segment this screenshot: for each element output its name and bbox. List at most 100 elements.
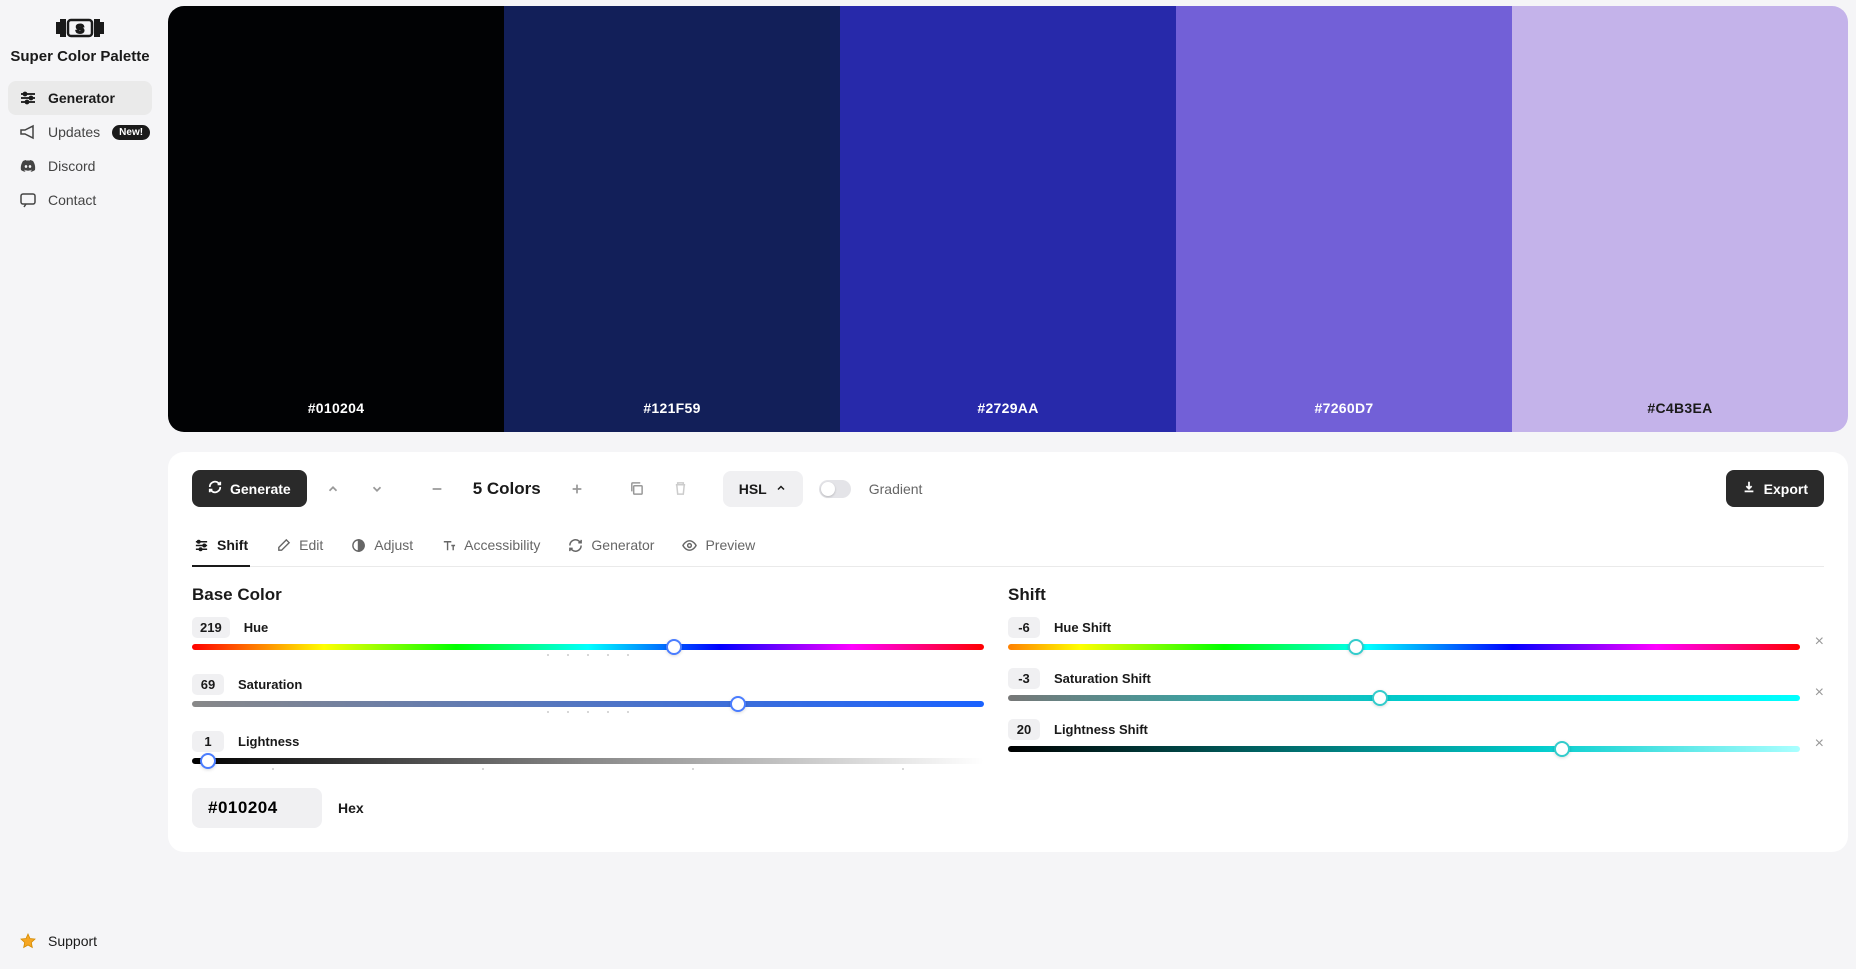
refresh-icon: [208, 480, 222, 497]
shift-title: Shift: [1008, 585, 1800, 605]
text-icon: [441, 538, 456, 553]
sliders-icon: [194, 538, 209, 553]
chevron-up-icon: [775, 481, 787, 497]
nav-item-contact[interactable]: Contact: [8, 183, 152, 217]
undo-button[interactable]: [315, 471, 351, 507]
hex-label: Hex: [338, 800, 364, 816]
generate-label: Generate: [230, 481, 291, 497]
hue-shift-value[interactable]: -6: [1008, 617, 1040, 638]
lightness-slider[interactable]: [192, 758, 984, 764]
eye-icon: [682, 538, 697, 553]
nav-item-updates[interactable]: Updates New!: [8, 115, 152, 149]
tab-adjust[interactable]: Adjust: [349, 527, 415, 567]
saturation-slider[interactable]: [192, 701, 984, 707]
logo[interactable]: S Super Color Palette: [8, 12, 152, 81]
lightness-shift-slider-row: 20 Lightness Shift ×: [1008, 719, 1800, 752]
hue-shift-thumb[interactable]: [1348, 639, 1364, 655]
swatch-1[interactable]: #121F59: [504, 6, 840, 432]
download-icon: [1742, 480, 1756, 497]
tab-edit[interactable]: Edit: [274, 527, 325, 567]
saturation-thumb[interactable]: [730, 696, 746, 712]
control-panel: Generate 5 Colors HSL Gradient: [168, 452, 1848, 852]
tab-label: Generator: [591, 537, 654, 553]
support-link[interactable]: Support: [20, 933, 140, 949]
lightness-thumb[interactable]: [200, 753, 216, 769]
hue-value[interactable]: 219: [192, 617, 230, 638]
edit-icon: [276, 538, 291, 553]
nav-label: Generator: [48, 90, 115, 106]
hex-input[interactable]: [192, 788, 322, 828]
message-icon: [20, 192, 36, 208]
swatch-0[interactable]: #010204: [168, 6, 504, 432]
tab-accessibility[interactable]: Accessibility: [439, 527, 542, 567]
tab-preview[interactable]: Preview: [680, 527, 757, 567]
lightness-shift-label: Lightness Shift: [1054, 722, 1148, 737]
nav-label: Discord: [48, 158, 95, 174]
saturation-shift-label: Saturation Shift: [1054, 671, 1151, 686]
tabs: Shift Edit Adjust Accessibility Generato…: [192, 527, 1824, 567]
delete-button[interactable]: [663, 471, 699, 507]
sliders-icon: [20, 90, 36, 106]
copy-button[interactable]: [619, 471, 655, 507]
hue-slider-row: 219 Hue: [192, 617, 984, 656]
generate-button[interactable]: Generate: [192, 470, 307, 507]
lightness-slider-row: 1 Lightness: [192, 731, 984, 770]
hue-thumb[interactable]: [666, 639, 682, 655]
main: #010204 #121F59 #2729AA #7260D7 #C4B3EA …: [160, 0, 1856, 969]
lightness-value[interactable]: 1: [192, 731, 224, 752]
saturation-shift-slider[interactable]: [1008, 695, 1800, 701]
nav-item-generator[interactable]: Generator: [8, 81, 152, 115]
swatch-3[interactable]: #7260D7: [1176, 6, 1512, 432]
hue-shift-reset[interactable]: ×: [1815, 633, 1824, 651]
lightness-shift-thumb[interactable]: [1554, 741, 1570, 757]
sidebar: S Super Color Palette Generator Updates …: [0, 0, 160, 969]
swatch-4[interactable]: #C4B3EA: [1512, 6, 1848, 432]
support-label: Support: [48, 933, 97, 949]
export-label: Export: [1764, 481, 1808, 497]
lightness-shift-reset[interactable]: ×: [1815, 735, 1824, 753]
sliders-area: Base Color 219 Hue: [192, 585, 1824, 828]
nav-label: Contact: [48, 192, 96, 208]
add-color-button[interactable]: [559, 471, 595, 507]
saturation-shift-reset[interactable]: ×: [1815, 684, 1824, 702]
hue-shift-slider-row: -6 Hue Shift ×: [1008, 617, 1800, 650]
swatch-hex: #7260D7: [1315, 400, 1374, 416]
swatch-2[interactable]: #2729AA: [840, 6, 1176, 432]
remove-color-button[interactable]: [419, 471, 455, 507]
nav-items: Generator Updates New! Discord Contact: [8, 81, 152, 925]
hue-shift-label: Hue Shift: [1054, 620, 1111, 635]
gradient-toggle[interactable]: [819, 480, 851, 498]
svg-text:S: S: [76, 22, 84, 36]
new-badge: New!: [112, 125, 150, 140]
saturation-slider-row: 69 Saturation: [192, 674, 984, 713]
logo-icon: S: [56, 16, 104, 40]
swatch-hex: #121F59: [643, 400, 700, 416]
saturation-shift-slider-row: -3 Saturation Shift ×: [1008, 668, 1800, 701]
hue-slider[interactable]: [192, 644, 984, 650]
hex-row: Hex: [192, 788, 984, 828]
tab-label: Shift: [217, 537, 248, 553]
tab-shift[interactable]: Shift: [192, 527, 250, 567]
refresh-icon: [568, 538, 583, 553]
discord-icon: [20, 158, 36, 174]
nav-item-discord[interactable]: Discord: [8, 149, 152, 183]
lightness-shift-slider[interactable]: [1008, 746, 1800, 752]
base-color-column: Base Color 219 Hue: [192, 585, 984, 828]
shift-column: Shift -6 Hue Shift ×: [1008, 585, 1824, 828]
palette-display: #010204 #121F59 #2729AA #7260D7 #C4B3EA: [168, 6, 1848, 432]
saturation-value[interactable]: 69: [192, 674, 224, 695]
toolbar: Generate 5 Colors HSL Gradient: [192, 470, 1824, 507]
lightness-shift-value[interactable]: 20: [1008, 719, 1040, 740]
redo-button[interactable]: [359, 471, 395, 507]
saturation-shift-thumb[interactable]: [1372, 690, 1388, 706]
swatch-hex: #C4B3EA: [1647, 400, 1712, 416]
gradient-label: Gradient: [869, 481, 923, 497]
saturation-shift-value[interactable]: -3: [1008, 668, 1040, 689]
color-mode-button[interactable]: HSL: [723, 471, 803, 507]
hue-label: Hue: [244, 620, 269, 635]
swatch-hex: #2729AA: [977, 400, 1038, 416]
export-button[interactable]: Export: [1726, 470, 1824, 507]
tab-generator[interactable]: Generator: [566, 527, 656, 567]
hue-shift-slider[interactable]: [1008, 644, 1800, 650]
tab-label: Accessibility: [464, 537, 540, 553]
